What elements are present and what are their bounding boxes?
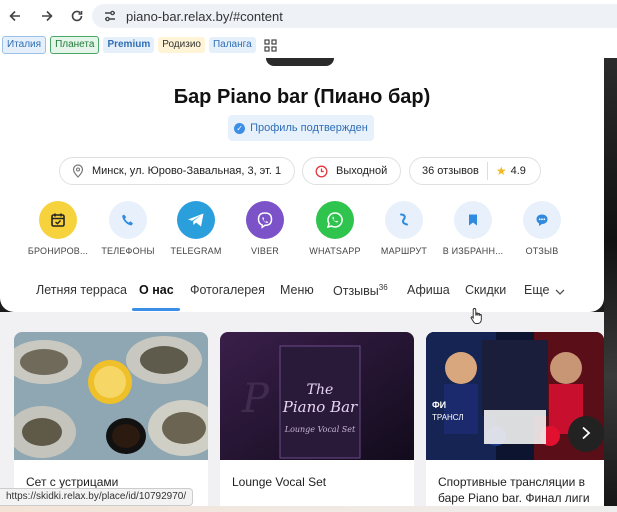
oysters-photo [14,332,208,460]
action-label: WHATSAPP [309,246,361,256]
whatsapp-icon [316,201,354,239]
whatsapp-button[interactable]: WHATSAPP [295,201,375,256]
url-text: piano-bar.relax.by/#content [126,8,283,24]
clock-icon [315,165,328,178]
verified-badge: ✓ Профиль подтвержден [228,115,374,141]
tab-photo-gallery[interactable]: Фотогалерея [190,283,265,297]
viber-button[interactable]: VIBER [225,201,305,256]
place-card: Бар Piano bar (Пиано бар) ✓ Профиль подт… [0,58,604,312]
tile-caption: Спортивные трансляции в баре Piano bar. … [438,475,590,505]
tile-caption: Сет с устрицами [26,475,119,489]
chevron-right-icon [581,424,591,445]
route-button[interactable]: МАРШРУТ [364,201,444,256]
phone-icon [109,201,147,239]
rating-value: 4.9 [510,165,526,177]
status-bar-url: https://skidki.relax.by/place/id/1079297… [0,488,194,506]
apps-grid-icon[interactable] [264,38,277,52]
carousel-next-button[interactable] [568,416,604,452]
bookmark-italia[interactable]: Италия [2,36,47,54]
reviews-count: 36 отзывов [422,165,479,177]
address-text: Минск, ул. Юрово-Завальная, 3, эт. 1 [92,165,282,177]
background-photo [604,58,617,512]
viber-icon [246,201,284,239]
action-label: В ИЗБРАНН... [442,246,504,256]
quick-actions: БРОНИРОВ... ТЕЛЕФОНЫ TELEGRAM VIBER WHAT… [20,201,584,261]
chevron-down-icon [555,284,565,298]
star-icon: ★ [495,164,507,178]
tile-caption: Lounge Vocal Set [232,475,327,489]
tab-summer-terrace[interactable]: Летняя терраса [36,283,127,297]
review-button[interactable]: ОТЗЫВ [502,201,582,256]
browser-toolbar: piano-bar.relax.by/#content [0,0,617,32]
tab-more[interactable]: Еще [524,283,565,298]
bookmarks-bar: Италия Планета Premium Родизио Паланга [0,32,617,58]
address-pill[interactable]: Минск, ул. Юрово-Завальная, 3, эт. 1 [59,157,295,185]
svg-text:Piano Bar: Piano Bar [282,398,358,416]
tab-events[interactable]: Афиша [407,283,450,297]
tab-more-label: Еще [524,283,550,297]
bookmark-premium[interactable]: Premium [103,37,155,53]
location-pin-icon [72,164,84,178]
bookmark-palanga[interactable]: Паланга [208,37,256,53]
tab-menu[interactable]: Меню [280,283,314,297]
rating-pill[interactable]: 36 отзывов ★ 4.9 [409,157,541,185]
calendar-icon [39,201,77,239]
avatar [266,58,334,66]
favorites-button[interactable]: В ИЗБРАНН... [433,201,513,256]
bookmark-icon [454,201,492,239]
verified-label: Профиль подтвержден [250,122,368,134]
action-label: VIBER [250,246,279,256]
tab-reviews-count: 36 [378,283,388,292]
active-tab-indicator [132,308,180,311]
action-label: ОТЗЫВ [525,246,559,256]
site-settings-icon[interactable] [102,8,118,24]
tab-discounts[interactable]: Скидки [465,283,506,297]
taskbar-strip [0,506,617,512]
forward-arrow-icon[interactable] [36,5,58,27]
action-label: БРОНИРОВ... [27,246,89,256]
hand-cursor-icon [470,307,484,330]
svg-text:ФИ: ФИ [432,400,446,410]
divider [486,162,488,180]
action-label: TELEGRAM [170,246,222,256]
reload-icon[interactable] [66,5,88,27]
action-label: МАРШРУТ [380,246,428,256]
event-card-lounge[interactable]: The Piano Bar Lounge Vocal Set P Lounge … [220,332,414,512]
tab-reviews[interactable]: Отзывы36 [333,283,388,298]
address-bar[interactable]: piano-bar.relax.by/#content [92,4,617,28]
page-title: Бар Piano bar (Пиано бар) [173,86,431,108]
check-icon: ✓ [234,122,246,134]
back-arrow-icon[interactable] [4,5,26,27]
telegram-icon [177,201,215,239]
section-tabs: Летняя терраса О нас Фотогалерея Меню От… [0,275,604,311]
route-icon [385,201,423,239]
chat-icon [523,201,561,239]
hours-text: Выходной [336,165,388,177]
offer-card-oysters[interactable]: Сет с устрицами [14,332,208,512]
lounge-poster: The Piano Bar Lounge Vocal Set P [220,332,414,460]
tab-reviews-label: Отзывы [333,284,379,299]
booking-button[interactable]: БРОНИРОВ... [18,201,98,256]
svg-text:The: The [307,382,334,398]
svg-text:P: P [241,376,270,422]
bookmark-planeta[interactable]: Планета [50,36,100,54]
hours-pill[interactable]: Выходной [302,157,401,185]
bookmark-rodizio[interactable]: Родизио [158,37,205,53]
tab-about[interactable]: О нас [139,283,174,297]
telegram-button[interactable]: TELEGRAM [156,201,236,256]
svg-text:Lounge Vocal Set: Lounge Vocal Set [284,425,356,434]
svg-text:ТРАНСЛ: ТРАНСЛ [432,413,464,422]
